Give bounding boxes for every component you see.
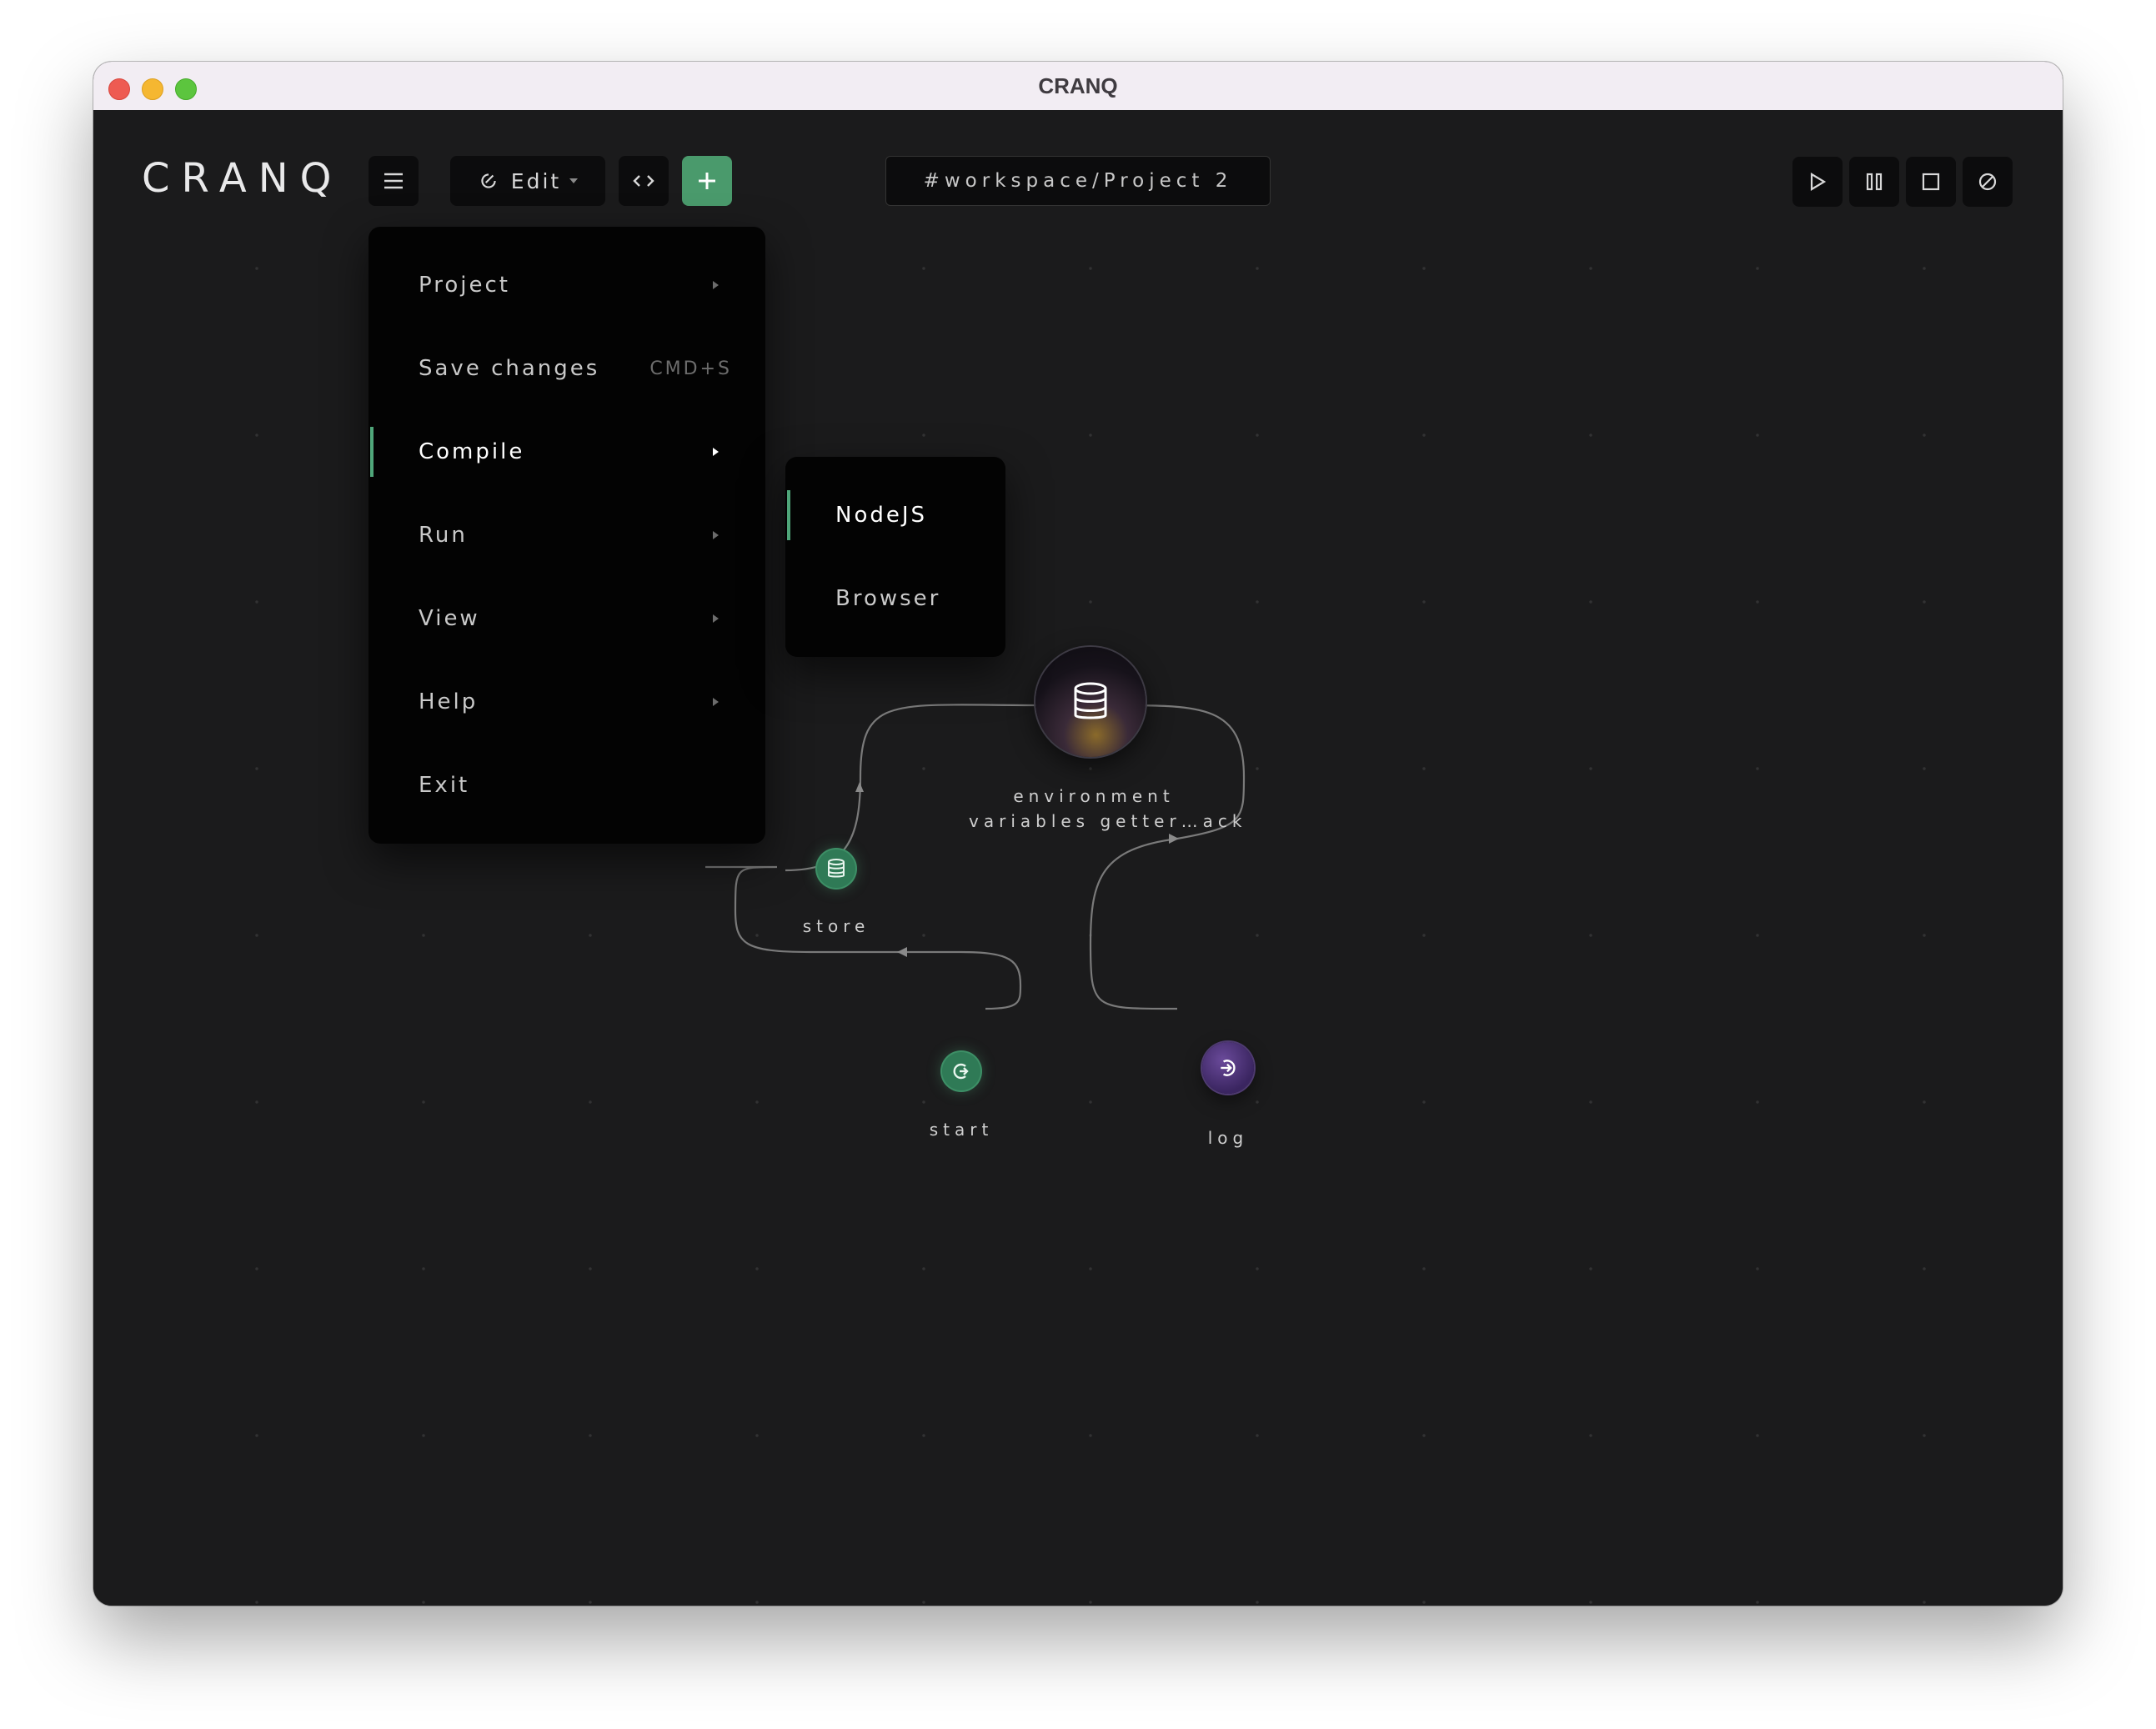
menu-item-view[interactable]: View xyxy=(369,594,765,644)
chevron-right-icon xyxy=(713,531,719,539)
menu-item-label: Run xyxy=(419,523,468,548)
start-node[interactable] xyxy=(942,1052,980,1090)
submenu-item-label: Browser xyxy=(835,586,941,611)
edit-mode-dropdown[interactable]: Edit xyxy=(450,156,605,206)
start-icon xyxy=(953,1063,969,1080)
plus-icon xyxy=(699,173,715,189)
menu-item-label: Exit xyxy=(419,773,470,798)
env-node-label: environment variables getter…ack xyxy=(969,784,1247,834)
chevron-right-icon xyxy=(713,698,719,706)
log-input-icon xyxy=(1221,1060,1236,1076)
main-menu: Project Save changes CMD+S Compile Run V… xyxy=(369,227,765,844)
store-node[interactable] xyxy=(817,849,855,888)
pause-button[interactable] xyxy=(1849,157,1899,207)
submenu-item-browser[interactable]: Browser xyxy=(785,574,1005,624)
menu-item-help[interactable]: Help xyxy=(369,677,765,727)
menu-item-label: Project xyxy=(419,273,510,298)
window-title: CRANQ xyxy=(1038,73,1118,98)
cranq-logo: CRANQ xyxy=(142,155,343,202)
pause-icon xyxy=(1866,173,1883,191)
database-icon xyxy=(828,859,845,878)
start-node-label: start xyxy=(929,1120,994,1140)
chevron-down-icon xyxy=(569,178,579,183)
menu-item-label: Save changes xyxy=(419,356,600,381)
active-indicator xyxy=(370,427,374,477)
app-window: CRANQ environment variables getter…ack s… xyxy=(93,62,2063,1606)
stop-icon xyxy=(1922,173,1940,191)
compile-submenu: NodeJS Browser xyxy=(785,457,1005,657)
chevron-right-icon xyxy=(713,281,719,289)
submenu-item-label: NodeJS xyxy=(835,503,928,528)
active-indicator xyxy=(787,490,790,540)
stop-button[interactable] xyxy=(1906,157,1956,207)
edit-mode-label: Edit xyxy=(510,168,562,193)
hamburger-icon xyxy=(384,173,403,189)
env-node-label-line2: variables getter…ack xyxy=(969,811,1247,831)
menu-item-exit[interactable]: Exit xyxy=(369,760,765,810)
store-node-label: store xyxy=(802,916,870,936)
graph-canvas[interactable]: environment variables getter…ack store s… xyxy=(93,110,2063,1606)
menu-item-label: Compile xyxy=(419,439,525,464)
add-node-button[interactable] xyxy=(682,156,732,206)
chevron-right-icon xyxy=(713,614,719,623)
code-view-button[interactable] xyxy=(619,156,669,206)
play-icon xyxy=(1810,173,1827,191)
menu-item-label: Help xyxy=(419,689,479,714)
cancel-icon xyxy=(1978,173,1997,191)
log-node[interactable] xyxy=(1202,1042,1254,1094)
edit-mode-icon xyxy=(481,173,496,188)
chevron-right-icon xyxy=(713,448,719,456)
run-button[interactable] xyxy=(1792,157,1843,207)
env-node[interactable] xyxy=(1035,647,1146,757)
menu-item-compile[interactable]: Compile xyxy=(369,427,765,477)
menu-item-label: View xyxy=(419,606,480,631)
menu-item-save-changes[interactable]: Save changes CMD+S xyxy=(369,343,765,393)
menu-item-run[interactable]: Run xyxy=(369,510,765,560)
database-icon xyxy=(1074,682,1107,719)
env-node-label-line1: environment xyxy=(1013,786,1175,806)
log-node-label: log xyxy=(1207,1128,1249,1148)
title-bar: CRANQ xyxy=(93,62,2063,111)
menu-item-project[interactable]: Project xyxy=(369,260,765,310)
main-menu-button[interactable] xyxy=(369,156,419,206)
workspace-path[interactable]: #workspace/Project 2 xyxy=(885,156,1271,206)
menu-item-shortcut: CMD+S xyxy=(649,358,732,379)
code-brackets-icon xyxy=(633,175,654,187)
cancel-button[interactable] xyxy=(1963,157,2013,207)
submenu-item-nodejs[interactable]: NodeJS xyxy=(785,490,1005,540)
